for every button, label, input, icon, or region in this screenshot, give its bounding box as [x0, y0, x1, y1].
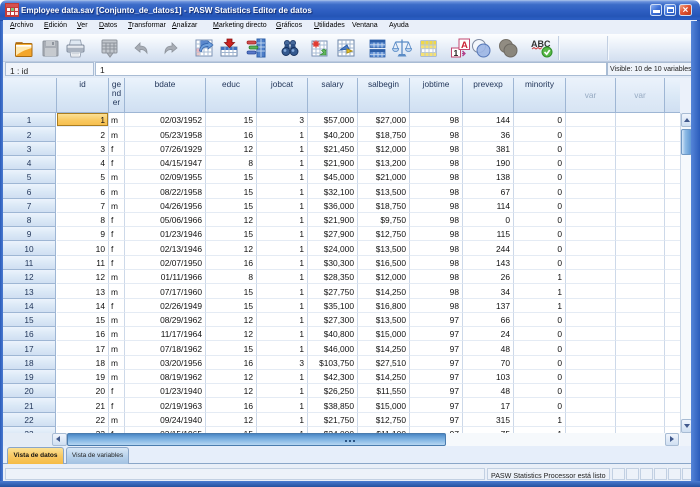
svg-text:A: A	[461, 40, 468, 51]
svg-text:1: 1	[454, 48, 459, 58]
